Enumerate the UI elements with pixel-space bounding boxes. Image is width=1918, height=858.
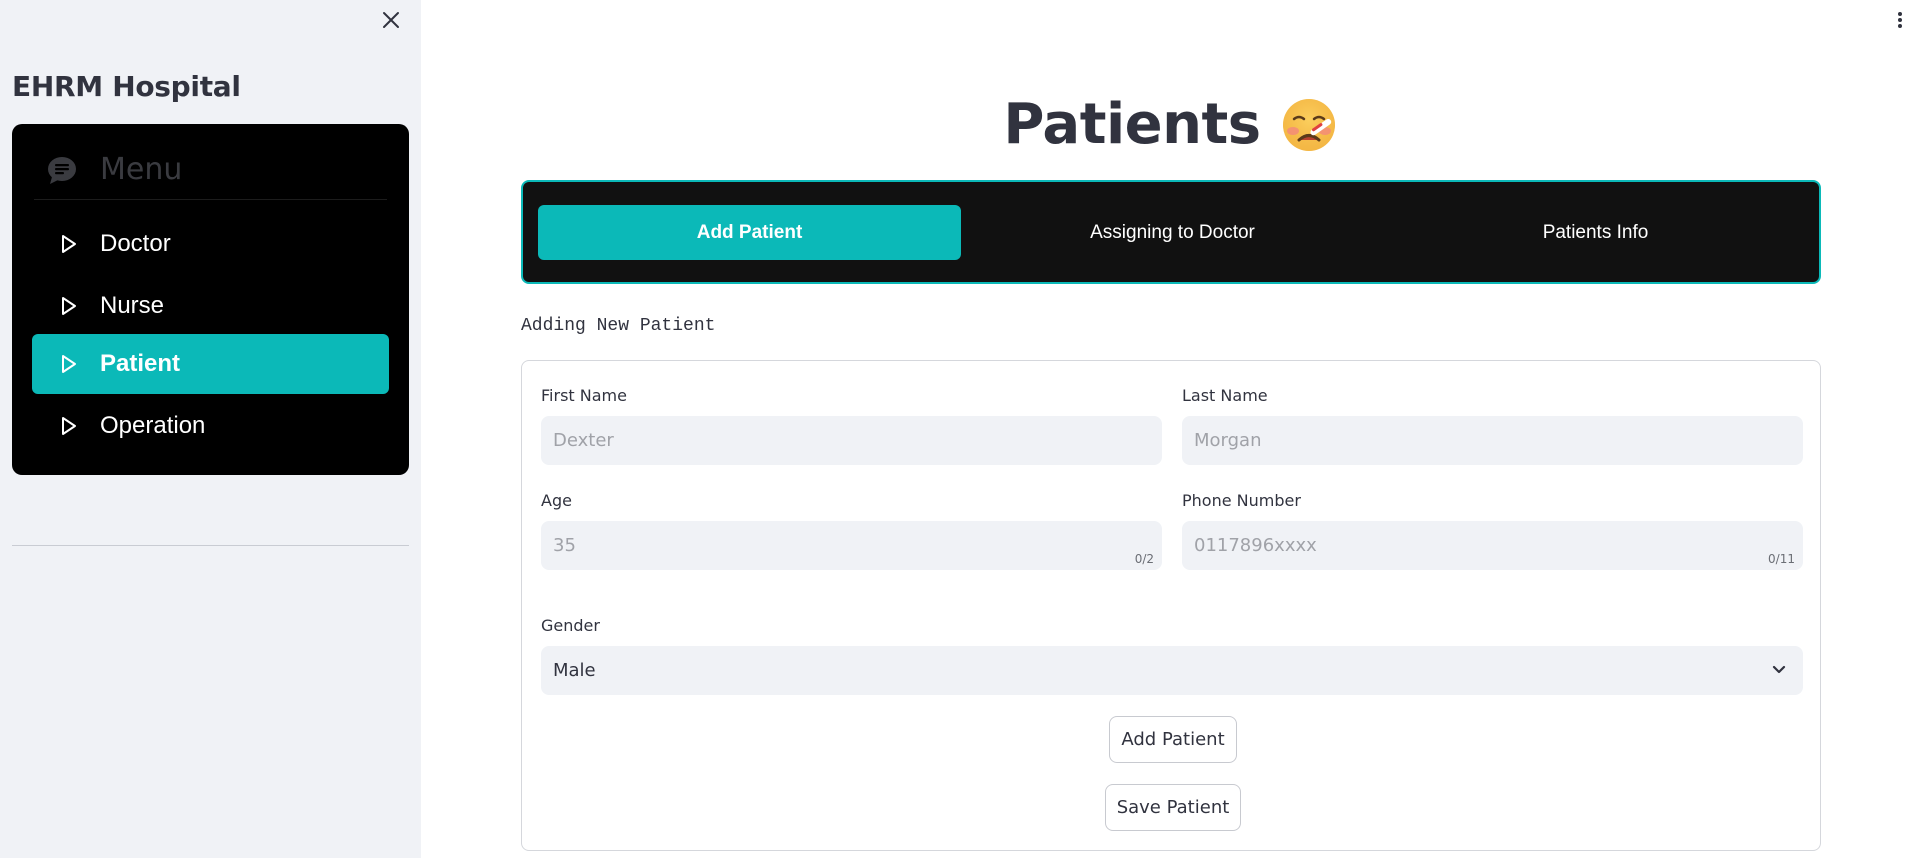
- age-char-counter: 0/2: [1134, 552, 1154, 566]
- chat-icon: [46, 154, 78, 186]
- last-name-label: Last Name: [1182, 386, 1268, 405]
- gender-label: Gender: [541, 616, 600, 635]
- tab-assigning-to-doctor[interactable]: Assigning to Doctor: [961, 205, 1384, 260]
- sidebar-divider: [12, 545, 409, 546]
- sidebar: EHRM Hospital Menu Doctor Nurse Patient …: [0, 0, 421, 858]
- menu-header: Menu: [34, 140, 387, 200]
- close-sidebar-button[interactable]: [377, 6, 405, 34]
- phone-number-field[interactable]: 0117896xxxx 0/11: [1182, 521, 1803, 570]
- face-with-thermometer-icon: [1281, 97, 1337, 153]
- phone-number-placeholder: 0117896xxxx: [1194, 535, 1317, 556]
- section-caption: Adding New Patient: [521, 316, 716, 336]
- tab-patients-info[interactable]: Patients Info: [1384, 205, 1807, 260]
- sidebar-item-label: Nurse: [100, 292, 165, 319]
- patient-form: First Name Dexter Last Name Morgan Age 3…: [521, 360, 1821, 851]
- play-outline-icon: [58, 233, 80, 255]
- save-patient-button[interactable]: Save Patient: [1105, 784, 1241, 831]
- first-name-field[interactable]: Dexter: [541, 416, 1162, 465]
- sidebar-item-operation[interactable]: Operation: [32, 396, 389, 456]
- phone-char-counter: 0/11: [1768, 552, 1795, 566]
- sidebar-item-patient[interactable]: Patient: [32, 334, 389, 394]
- close-icon: [383, 12, 399, 28]
- sidebar-item-nurse[interactable]: Nurse: [32, 276, 389, 336]
- last-name-field[interactable]: Morgan: [1182, 416, 1803, 465]
- first-name-label: First Name: [541, 386, 627, 405]
- play-outline-icon: [58, 353, 80, 375]
- gender-select[interactable]: Male: [541, 646, 1803, 695]
- first-name-placeholder: Dexter: [553, 430, 614, 451]
- kebab-menu-icon: [1898, 12, 1902, 28]
- tab-bar: Add Patient Assigning to Doctor Patients…: [521, 180, 1821, 284]
- phone-number-label: Phone Number: [1182, 491, 1301, 510]
- sidebar-item-label: Doctor: [100, 230, 171, 257]
- gender-selected-value: Male: [553, 660, 596, 681]
- page-title: Patients: [520, 92, 1820, 157]
- age-field[interactable]: 35 0/2: [541, 521, 1162, 570]
- sidebar-item-label: Operation: [100, 412, 206, 439]
- chevron-down-icon: [1772, 665, 1786, 674]
- sidebar-item-doctor[interactable]: Doctor: [32, 214, 389, 274]
- sidebar-menu: Menu Doctor Nurse Patient Operation: [12, 124, 409, 475]
- menu-title: Menu: [100, 152, 183, 187]
- tab-add-patient[interactable]: Add Patient: [538, 205, 961, 260]
- add-patient-button[interactable]: Add Patient: [1109, 716, 1237, 763]
- sidebar-item-label: Patient: [100, 350, 181, 377]
- age-label: Age: [541, 491, 572, 510]
- last-name-placeholder: Morgan: [1194, 430, 1262, 451]
- sidebar-brand-title: EHRM Hospital: [12, 70, 241, 103]
- age-placeholder: 35: [553, 535, 576, 556]
- play-outline-icon: [58, 415, 80, 437]
- play-outline-icon: [58, 295, 80, 317]
- page-title-text: Patients: [1003, 92, 1261, 157]
- main-menu-button[interactable]: [1888, 8, 1912, 32]
